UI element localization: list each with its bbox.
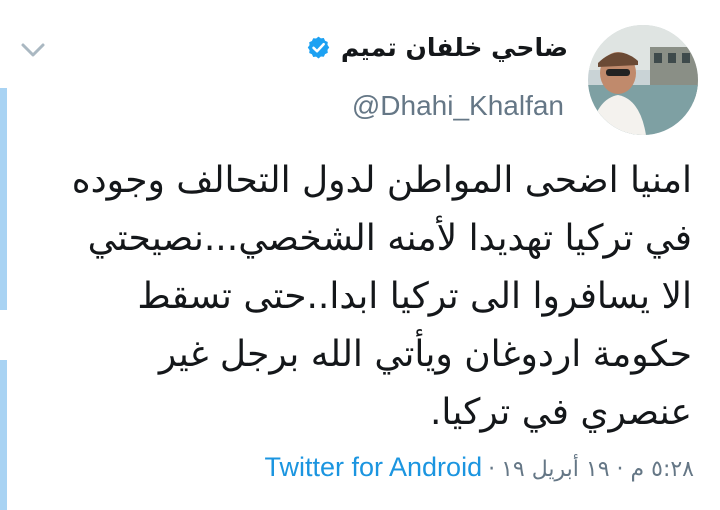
avatar-photo	[588, 25, 698, 135]
avatar[interactable]	[588, 25, 698, 135]
author-name-row[interactable]: ضاحي خلفان تميم	[306, 33, 568, 62]
tweet-line: في تركيا تهديدا لأمنه الشخصي...نصيحتي	[87, 218, 692, 259]
tweet-line: الا يسافروا الى تركيا ابدا..حتى تسقط	[137, 276, 692, 317]
thread-bar-top	[0, 88, 7, 310]
tweet-source-link[interactable]: Twitter for Android	[264, 452, 482, 483]
chevron-down-icon[interactable]	[18, 38, 48, 62]
tweet-timestamp[interactable]: ٥:٢٨ م · ١٩ أبريل ١٩	[501, 457, 694, 482]
meta-separator: ·	[488, 457, 496, 482]
author-display-name[interactable]: ضاحي خلفان تميم	[341, 33, 568, 62]
verified-badge-icon	[307, 36, 330, 59]
author-handle[interactable]: @Dhahi_Khalfan	[352, 90, 564, 122]
tweet-text: امنيا اضحى المواطن لدول التحالف وجوده في…	[42, 152, 692, 442]
tweet-line: حكومة اردوغان ويأتي الله برجل غير	[158, 334, 692, 375]
tweet-meta: ٥:٢٨ م · ١٩ أبريل ١٩ · Twitter for Andro…	[264, 452, 694, 483]
thread-bar-bottom	[0, 360, 7, 510]
tweet-line: عنصري في تركيا.	[429, 392, 692, 433]
tweet-line: امنيا اضحى المواطن لدول التحالف وجوده	[71, 160, 692, 201]
